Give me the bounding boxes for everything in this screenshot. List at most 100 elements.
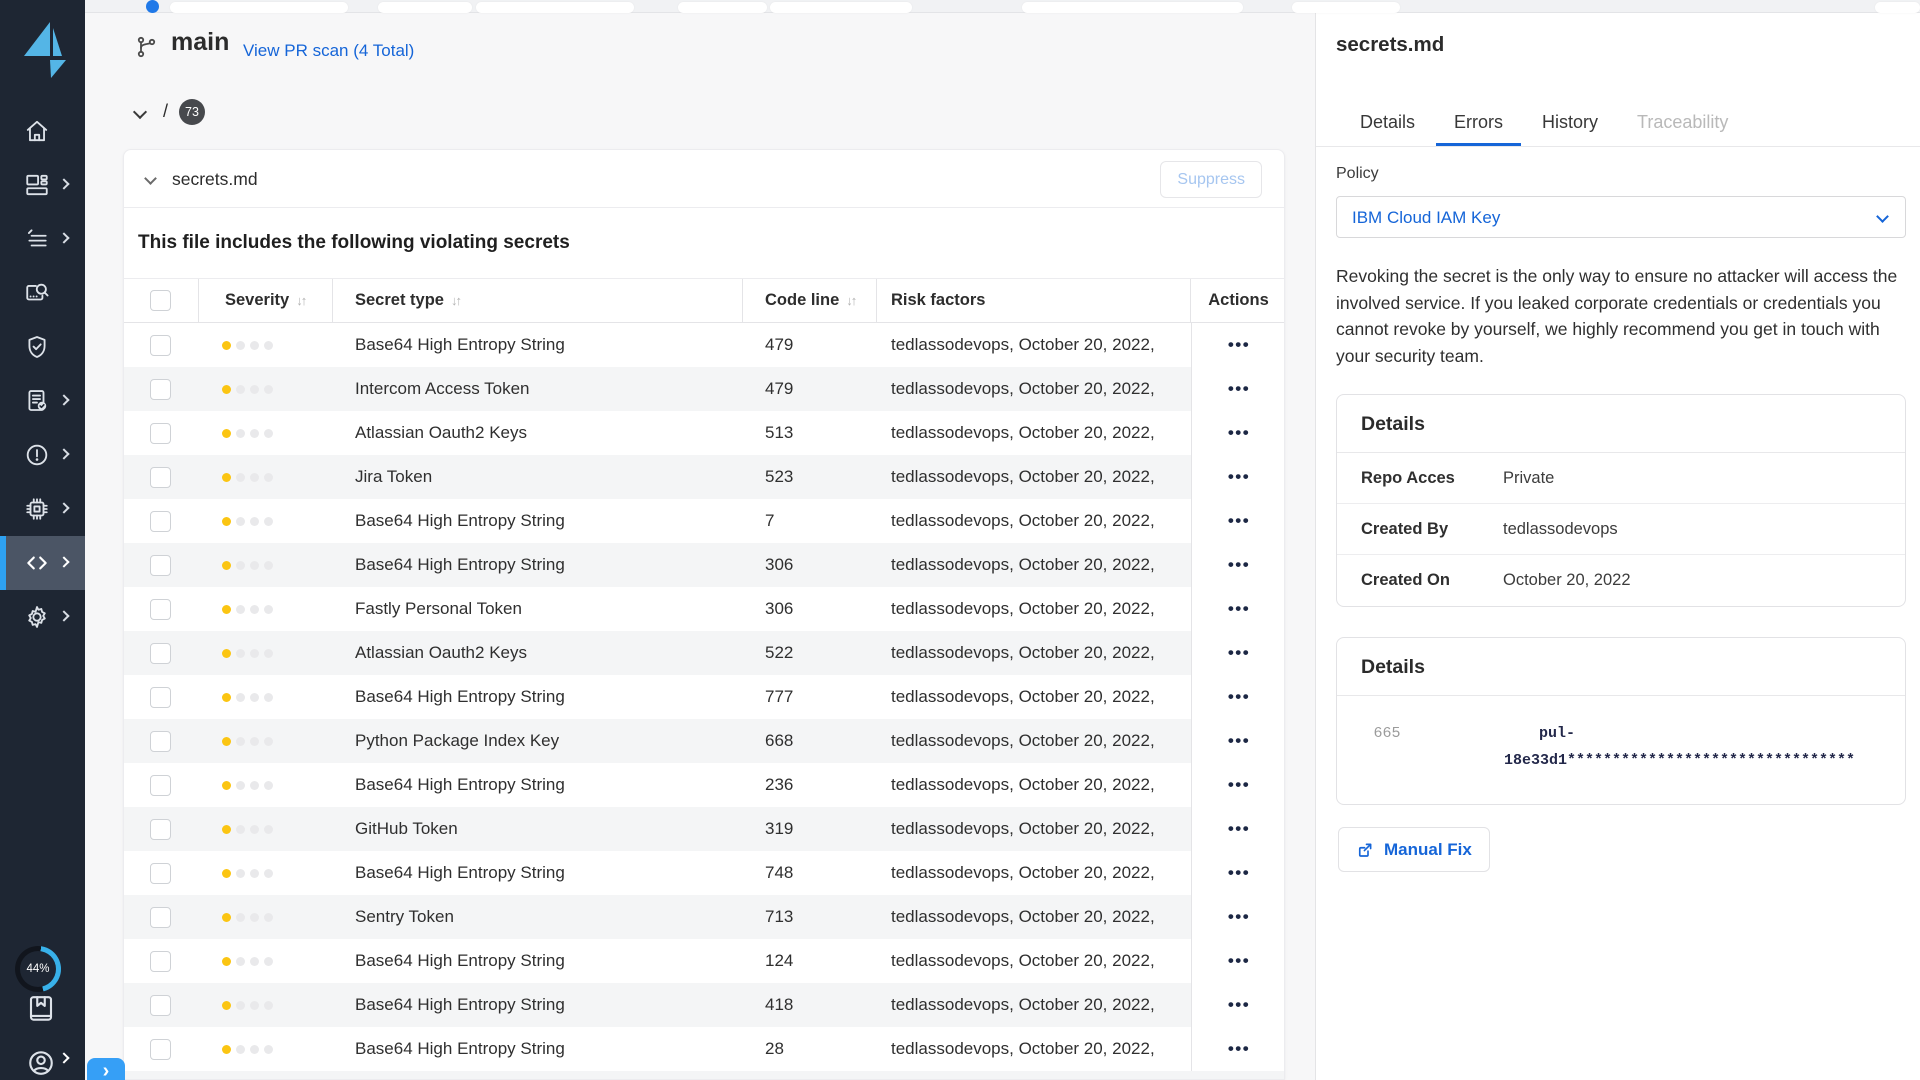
row-actions-button[interactable]: ••• bbox=[1228, 335, 1250, 355]
risk-factors: tedlassodevops, October 20, 2022, bbox=[877, 367, 1191, 411]
sidebar-item-code-security[interactable] bbox=[0, 536, 85, 590]
row-checkbox[interactable] bbox=[150, 599, 171, 620]
row-actions-button[interactable]: ••• bbox=[1228, 995, 1250, 1015]
risk-factors: tedlassodevops, October 20, 2022, bbox=[877, 543, 1191, 587]
row-actions-button[interactable]: ••• bbox=[1228, 775, 1250, 795]
detail-value: Private bbox=[1503, 469, 1554, 488]
row-checkbox[interactable] bbox=[150, 731, 171, 752]
row-actions-button[interactable]: ••• bbox=[1228, 863, 1250, 883]
severity-indicator bbox=[222, 913, 273, 922]
violations-table: Severity↓↑ Secret type↓↑ Code line↓↑ Ris… bbox=[124, 278, 1285, 1080]
row-checkbox[interactable] bbox=[150, 643, 171, 664]
row-checkbox[interactable] bbox=[150, 423, 171, 444]
suppress-button[interactable]: Suppress bbox=[1160, 161, 1262, 198]
column-header-code-line[interactable]: Code line bbox=[765, 291, 839, 310]
row-checkbox[interactable] bbox=[150, 863, 171, 884]
chat-launcher-button[interactable]: › bbox=[87, 1058, 125, 1080]
row-checkbox[interactable] bbox=[150, 995, 171, 1016]
sidebar-item-integrations[interactable] bbox=[0, 482, 85, 536]
sidebar-item-compliance[interactable] bbox=[0, 374, 85, 428]
progress-ring[interactable]: 44% bbox=[15, 946, 61, 992]
risk-factors: tedlassodevops, October 20, 2022, bbox=[877, 587, 1191, 631]
row-actions-button[interactable]: ••• bbox=[1228, 555, 1250, 575]
row-actions-button[interactable]: ••• bbox=[1228, 467, 1250, 487]
code-line: 513 bbox=[743, 411, 877, 455]
sidebar-item-alerts[interactable] bbox=[0, 428, 85, 482]
row-actions-button[interactable]: ••• bbox=[1228, 599, 1250, 619]
severity-indicator bbox=[222, 561, 273, 570]
sidebar-item-settings[interactable] bbox=[0, 590, 85, 644]
chevron-right-icon bbox=[58, 178, 69, 189]
bookmark-icon[interactable] bbox=[26, 994, 56, 1024]
row-checkbox[interactable] bbox=[150, 951, 171, 972]
sidebar-item-policies[interactable] bbox=[0, 320, 85, 374]
sidebar-item-incidents[interactable] bbox=[0, 212, 85, 266]
column-header-secret-type[interactable]: Secret type bbox=[355, 291, 444, 310]
tab-details[interactable]: Details bbox=[1342, 99, 1433, 146]
row-checkbox[interactable] bbox=[150, 687, 171, 708]
table-row: Atlassian Oauth2 Keys522tedlassodevops, … bbox=[124, 631, 1285, 675]
row-checkbox[interactable] bbox=[150, 819, 171, 840]
policy-select[interactable]: IBM Cloud IAM Key bbox=[1336, 196, 1906, 238]
row-actions-button[interactable]: ••• bbox=[1228, 643, 1250, 663]
row-checkbox[interactable] bbox=[150, 775, 171, 796]
row-actions-button[interactable]: ••• bbox=[1228, 687, 1250, 707]
risk-factors: tedlassodevops, October 20, 2022, bbox=[877, 411, 1191, 455]
branch-name: main bbox=[171, 28, 229, 57]
risk-factors: tedlassodevops, October 20, 2022, bbox=[877, 851, 1191, 895]
table-body: Base64 High Entropy String479tedlassodev… bbox=[124, 323, 1285, 1071]
row-checkbox[interactable] bbox=[150, 335, 171, 356]
chip-icon bbox=[24, 496, 50, 522]
secret-type: Atlassian Oauth2 Keys bbox=[333, 411, 743, 455]
sidebar-item-home[interactable] bbox=[0, 104, 85, 158]
chrome-pill bbox=[678, 2, 767, 13]
bridgecrew-logo[interactable] bbox=[17, 20, 67, 85]
row-actions-button[interactable]: ••• bbox=[1228, 731, 1250, 751]
sidebar-item-explorer[interactable] bbox=[0, 266, 85, 320]
row-actions-button[interactable]: ••• bbox=[1228, 1039, 1250, 1059]
chevron-right-icon[interactable] bbox=[58, 1052, 69, 1063]
chrome-pill bbox=[1022, 2, 1243, 13]
row-checkbox[interactable] bbox=[150, 511, 171, 532]
table-row: Base64 High Entropy String124tedlassodev… bbox=[124, 939, 1285, 983]
code-line: 523 bbox=[743, 455, 877, 499]
severity-indicator bbox=[222, 825, 273, 834]
view-pr-scan-link[interactable]: View PR scan (4 Total) bbox=[243, 41, 414, 61]
account-icon[interactable] bbox=[26, 1048, 56, 1078]
row-actions-button[interactable]: ••• bbox=[1228, 511, 1250, 531]
tab-errors[interactable]: Errors bbox=[1436, 99, 1521, 146]
secret-type: Jira Token bbox=[333, 455, 743, 499]
risk-factors: tedlassodevops, October 20, 2022, bbox=[877, 895, 1191, 939]
severity-indicator bbox=[222, 869, 273, 878]
tabs-divider bbox=[1316, 146, 1920, 147]
row-checkbox[interactable] bbox=[150, 907, 171, 928]
table-row-partial bbox=[124, 1071, 1285, 1080]
chevron-right-icon bbox=[58, 448, 69, 459]
chrome-pill bbox=[770, 2, 912, 13]
code-text-line-1: pul- bbox=[1504, 720, 1855, 747]
row-checkbox[interactable] bbox=[150, 379, 171, 400]
tab-traceability[interactable]: Traceability bbox=[1619, 99, 1746, 146]
manual-fix-button[interactable]: Manual Fix bbox=[1338, 827, 1490, 872]
row-checkbox[interactable] bbox=[150, 555, 171, 576]
chevron-right-icon bbox=[58, 502, 69, 513]
column-header-severity[interactable]: Severity bbox=[225, 291, 289, 310]
sort-icon[interactable]: ↓↑ bbox=[846, 293, 855, 308]
row-checkbox[interactable] bbox=[150, 467, 171, 488]
detail-value: October 20, 2022 bbox=[1503, 571, 1631, 590]
row-actions-button[interactable]: ••• bbox=[1228, 379, 1250, 399]
row-actions-button[interactable]: ••• bbox=[1228, 907, 1250, 927]
sort-icon[interactable]: ↓↑ bbox=[296, 293, 305, 308]
select-all-checkbox[interactable] bbox=[150, 290, 171, 311]
row-actions-button[interactable]: ••• bbox=[1228, 423, 1250, 443]
chevron-down-icon[interactable] bbox=[144, 172, 157, 185]
code-line: 479 bbox=[743, 323, 877, 367]
chevron-down-icon[interactable] bbox=[133, 105, 147, 119]
row-checkbox[interactable] bbox=[150, 1039, 171, 1060]
row-actions-button[interactable]: ••• bbox=[1228, 951, 1250, 971]
secret-type: Python Package Index Key bbox=[333, 719, 743, 763]
tab-history[interactable]: History bbox=[1524, 99, 1616, 146]
sort-icon[interactable]: ↓↑ bbox=[451, 293, 460, 308]
sidebar-item-dashboards[interactable] bbox=[0, 158, 85, 212]
row-actions-button[interactable]: ••• bbox=[1228, 819, 1250, 839]
